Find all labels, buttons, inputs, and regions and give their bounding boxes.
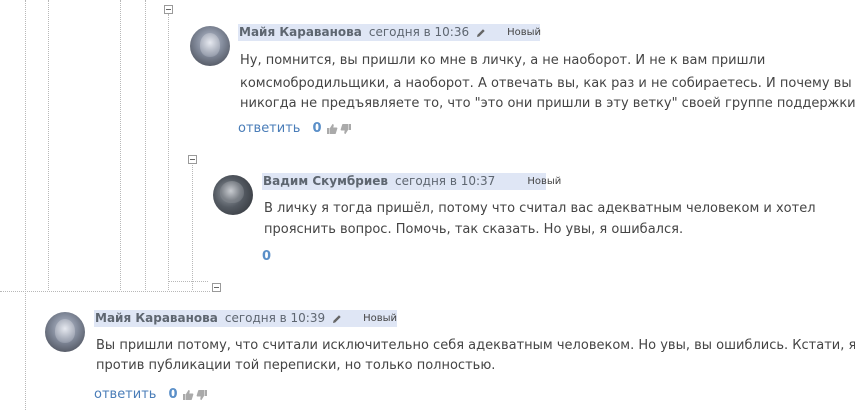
comment-actions: 0 <box>262 248 271 266</box>
thread-line <box>145 0 146 290</box>
rating-score: 0 <box>168 387 178 402</box>
thread-line <box>120 0 121 290</box>
comment-text: Ну, помнится, вы пришли ко мне в личку, … <box>240 51 855 114</box>
comment-line: против публикации той переписки, но толь… <box>96 358 496 373</box>
thread-line <box>25 0 26 410</box>
rating-score: 0 <box>262 249 272 264</box>
comment-header: Вадим Скумбриев сегодня в 10:37 Новый <box>262 173 561 190</box>
comment-line: никогда не предъявляете то, что "это они… <box>240 96 855 111</box>
avatar[interactable] <box>190 26 230 66</box>
thumbs-down-icon[interactable] <box>340 123 352 135</box>
comment-line: прояснить вопрос. Помочь, так сказать. Н… <box>264 222 684 237</box>
new-badge: Новый <box>507 27 542 38</box>
comment-line: Вы пришли потому, что считали исключител… <box>96 338 855 353</box>
avatar[interactable] <box>213 175 253 215</box>
comment-time[interactable]: сегодня в 10:39 <box>225 310 325 327</box>
comment-time[interactable]: сегодня в 10:36 <box>369 24 469 41</box>
edit-icon[interactable] <box>475 27 487 39</box>
collapse-thread-toggle[interactable] <box>212 283 221 292</box>
comment-time[interactable]: сегодня в 10:37 <box>395 173 495 190</box>
comment-header: Майя Караванова сегодня в 10:36 Новый <box>238 24 542 41</box>
comment-line: комсмобродильщики, а наоборот. А отвечат… <box>240 76 852 91</box>
thread-line <box>192 165 193 290</box>
new-badge: Новый <box>363 313 398 324</box>
reply-link[interactable]: ответить <box>94 386 156 404</box>
rating-score: 0 <box>312 121 322 136</box>
comment-line: Ну, помнится, вы пришли ко мне в личку, … <box>240 53 766 68</box>
new-badge: Новый <box>527 176 562 187</box>
thread-divider <box>168 281 208 282</box>
thread-line <box>168 14 169 290</box>
edit-icon[interactable] <box>331 313 343 325</box>
avatar[interactable] <box>45 312 85 352</box>
thread-line <box>48 0 49 290</box>
author-name[interactable]: Майя Караванова <box>239 24 362 41</box>
comment-actions: ответить 0 <box>94 386 208 404</box>
collapse-thread-toggle[interactable] <box>164 5 173 14</box>
author-name[interactable]: Вадим Скумбриев <box>263 173 388 190</box>
thumbs-up-icon[interactable] <box>182 389 194 401</box>
reply-link[interactable]: ответить <box>238 120 300 138</box>
comment-line: В личку я тогда пришёл, потому что счита… <box>264 201 816 216</box>
thumbs-down-icon[interactable] <box>196 389 208 401</box>
author-name[interactable]: Майя Караванова <box>95 310 218 327</box>
thread-divider <box>0 291 210 292</box>
comment-text: Вы пришли потому, что считали исключител… <box>96 336 855 376</box>
comment-header: Майя Караванова сегодня в 10:39 Новый <box>94 310 397 327</box>
thumbs-up-icon[interactable] <box>326 123 338 135</box>
comment-text: В личку я тогда пришёл, потому что счита… <box>264 199 816 240</box>
collapse-thread-toggle[interactable] <box>188 155 197 164</box>
comment-actions: ответить 0 <box>238 120 352 138</box>
